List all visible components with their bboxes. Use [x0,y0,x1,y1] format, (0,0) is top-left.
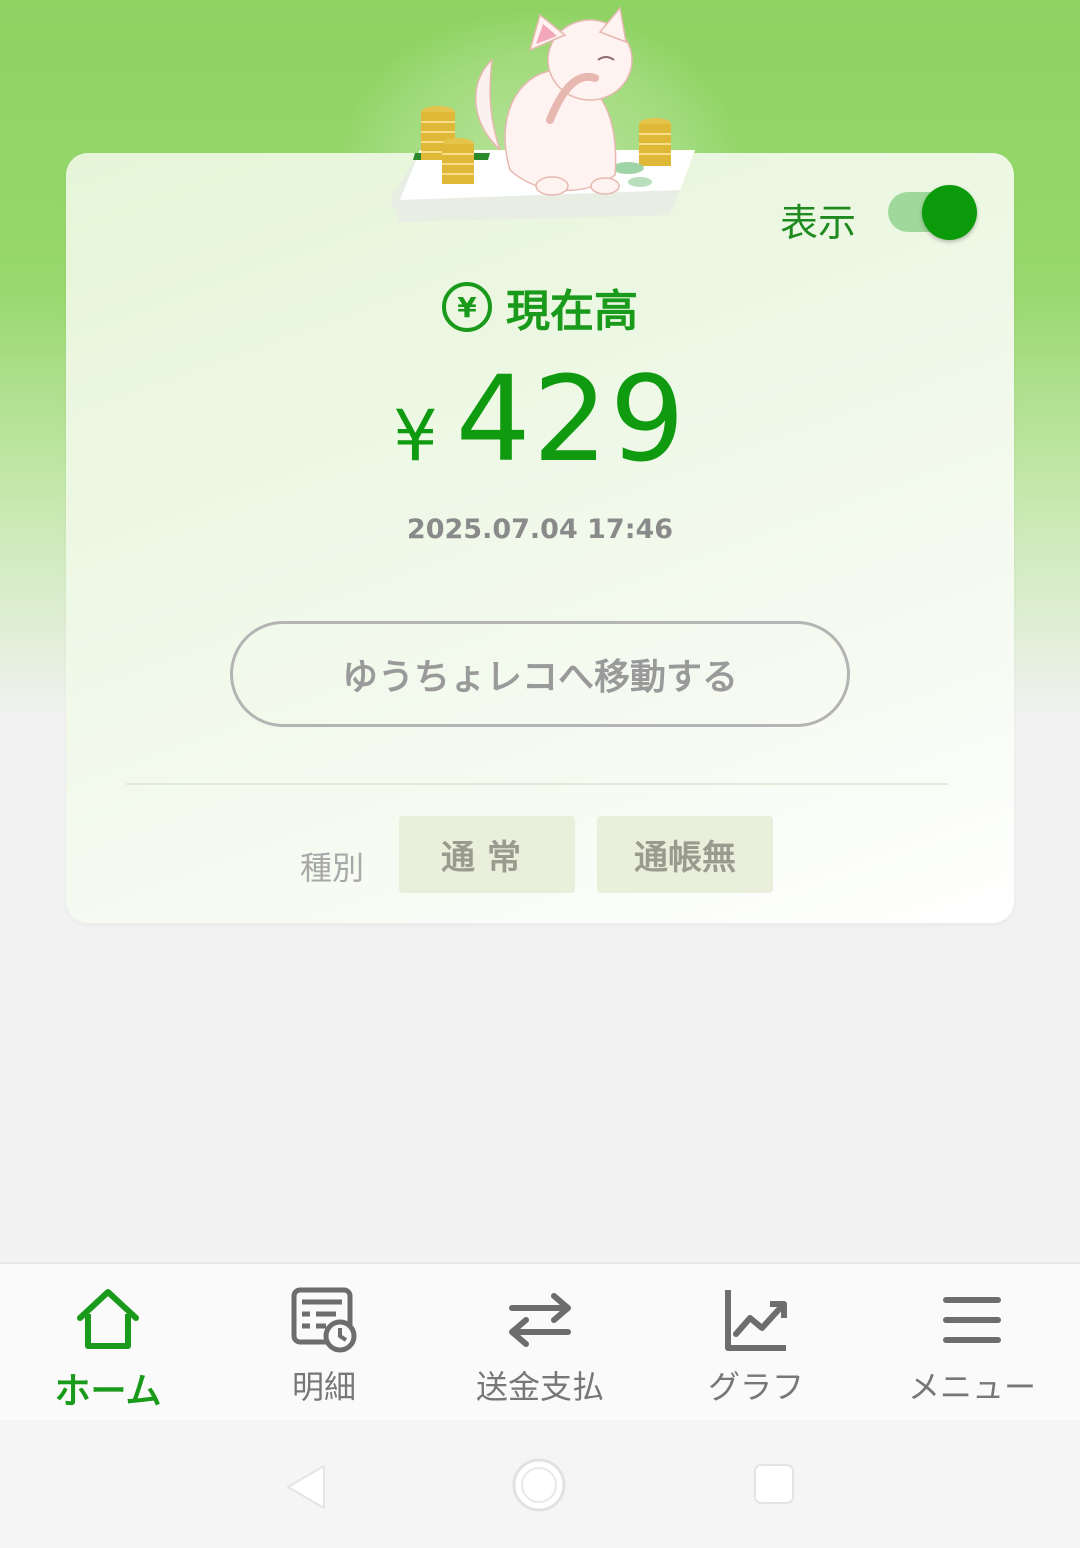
nav-item-statement[interactable]: 明細 [216,1264,432,1420]
nav-item-home[interactable]: ホーム [0,1264,216,1420]
balance-timestamp: 2025.07.04 17:46 [406,514,674,545]
recent-apps-icon[interactable] [752,1462,796,1506]
home-circle-icon[interactable] [510,1456,568,1514]
nav-item-menu[interactable]: メニュー [864,1264,1080,1420]
account-type-label: 種別 [300,849,365,887]
nav-label-home: ホーム [54,1371,162,1412]
move-to-yucho-reco-button[interactable]: ゆうちょレコへ移動する [230,621,850,727]
nav-label-chart: グラフ [707,1368,804,1406]
currency-symbol: ¥ [393,395,438,477]
nav-label-transfer: 送金支払 [475,1368,604,1406]
cat-illustration [390,6,695,222]
balance-amount: ¥ 429 [0,350,1080,488]
coin-stack-right [639,118,671,166]
menu-icon [943,1297,1001,1343]
transfer-icon [509,1293,571,1347]
back-icon[interactable] [284,1462,328,1512]
bottom-nav: ホーム 明細 送金支払 グラフ メニュー [0,1262,1080,1420]
nav-item-transfer[interactable]: 送金支払 [432,1264,648,1420]
account-type-chip-passbookless: 通帳無 [597,816,773,893]
home-screen: 表示 ¥ 現在高 ¥ 429 2025.07.04 17:46 ゆうちょレコへ移… [0,0,1080,1548]
statement-icon [291,1287,357,1353]
chart-icon [725,1290,787,1351]
nav-label-menu: メニュー [907,1368,1036,1406]
display-toggle-knob[interactable] [922,185,977,240]
card-divider [126,783,948,785]
amount-value: 429 [455,350,687,488]
display-toggle-label: 表示 [780,201,857,245]
nav-label-statement: 明細 [291,1368,356,1406]
balance-label: 現在高 [506,286,638,337]
yen-circle-icon: ¥ [442,282,492,332]
home-icon [77,1289,139,1349]
system-nav-bar [0,1420,1080,1548]
nav-item-chart[interactable]: グラフ [648,1264,864,1420]
balance-title: ¥ 現在高 [0,275,1080,339]
account-type-chip-regular: 通常 [399,816,575,893]
